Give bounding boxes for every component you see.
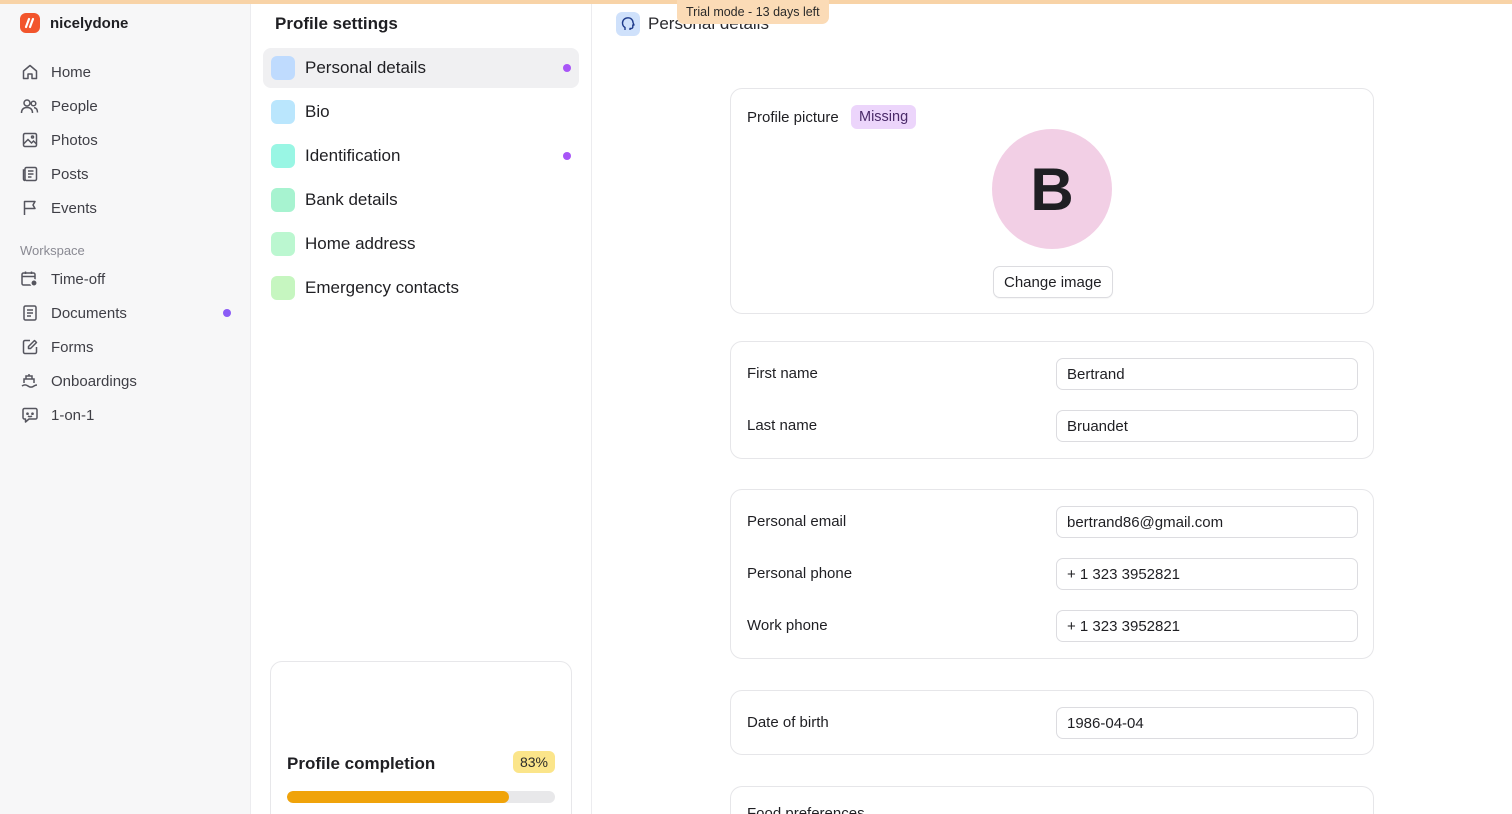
section-color-swatch <box>271 56 295 80</box>
nav-item-label: Posts <box>51 165 89 183</box>
personal-email-row: Personal email <box>731 506 1373 538</box>
menu-item-bank-details[interactable]: Bank details <box>263 180 579 220</box>
nav-item-documents[interactable]: Documents <box>0 296 251 330</box>
profile-picture-card: Profile picture Missing B Change image <box>730 88 1374 314</box>
first-name-row: First name <box>731 358 1373 390</box>
personal-phone-label: Personal phone <box>747 565 853 582</box>
calendar-clock-icon <box>20 270 39 289</box>
onboarding-icon <box>20 372 39 391</box>
completion-progress-fill <box>287 791 510 803</box>
trial-badge: Trial mode - 13 days left <box>677 0 829 24</box>
date-of-birth-label: Date of birth <box>747 714 829 731</box>
profile-settings-panel: Profile settings Personal details Bio Id… <box>251 0 592 814</box>
document-icon <box>20 304 39 323</box>
home-icon <box>20 63 39 82</box>
workspace-nav: Time-off Documents Forms Onboardings 1-o… <box>0 262 251 432</box>
flag-icon <box>20 199 39 218</box>
profile-completion-card: Profile completion 83% <box>270 661 572 814</box>
menu-item-bio[interactable]: Bio <box>263 92 579 132</box>
nav-item-label: Home <box>51 63 92 81</box>
notification-dot <box>563 152 571 160</box>
brand-name: nicelydone <box>50 14 129 32</box>
first-name-label: First name <box>747 365 818 382</box>
section-color-swatch <box>271 100 295 124</box>
nav-item-label: Onboardings <box>51 372 137 390</box>
nav-item-photos[interactable]: Photos <box>0 123 251 157</box>
menu-item-personal-details[interactable]: Personal details <box>263 48 579 88</box>
menu-item-identification[interactable]: Identification <box>263 136 579 176</box>
notification-dot <box>563 64 571 72</box>
menu-item-emergency-contacts[interactable]: Emergency contacts <box>263 268 579 308</box>
personal-phone-row: Personal phone <box>731 558 1373 590</box>
food-preferences-label: Food preferences <box>747 805 865 814</box>
nav-item-posts[interactable]: Posts <box>0 157 251 191</box>
nav-item-home[interactable]: Home <box>0 55 251 89</box>
personal-phone-input[interactable] <box>1056 558 1358 590</box>
section-color-swatch <box>271 188 295 212</box>
work-phone-row: Work phone <box>731 610 1373 642</box>
last-name-input[interactable] <box>1056 410 1358 442</box>
menu-item-label: Bank details <box>305 190 398 209</box>
menu-item-label: Identification <box>305 146 401 165</box>
menu-item-label: Personal details <box>305 58 426 77</box>
chat-icon <box>20 406 39 425</box>
head-profile-icon <box>616 12 640 36</box>
notification-dot <box>223 309 231 317</box>
work-phone-label: Work phone <box>747 617 828 634</box>
nav-item-label: People <box>51 97 98 115</box>
completion-percent-badge: 83% <box>512 751 555 773</box>
change-image-button[interactable]: Change image <box>993 266 1113 298</box>
avatar: B <box>992 129 1112 249</box>
personal-email-label: Personal email <box>747 513 847 530</box>
menu-item-home-address[interactable]: Home address <box>263 224 579 264</box>
food-preferences-card: Food preferences <box>730 786 1374 814</box>
nav-item-time-off[interactable]: Time-off <box>0 262 251 296</box>
main-content: Personal details Profile picture Missing… <box>592 0 1512 814</box>
name-card: First name Last name <box>730 341 1374 459</box>
section-color-swatch <box>271 276 295 300</box>
settings-menu: Personal details Bio Identification Bank… <box>263 48 579 312</box>
contact-card: Personal email Personal phone Work phone <box>730 489 1374 659</box>
nav-item-label: Photos <box>51 131 98 149</box>
workspace-section-label: Workspace <box>20 243 85 258</box>
menu-item-label: Home address <box>305 234 416 253</box>
nav-item-onboardings[interactable]: Onboardings <box>0 364 251 398</box>
personal-email-input[interactable] <box>1056 506 1358 538</box>
date-of-birth-input[interactable] <box>1056 707 1358 739</box>
nav-item-label: Documents <box>51 304 127 322</box>
brand-logo-icon <box>20 13 40 33</box>
last-name-label: Last name <box>747 417 818 434</box>
brand[interactable]: nicelydone <box>20 13 128 33</box>
first-name-input[interactable] <box>1056 358 1358 390</box>
nav-item-label: 1-on-1 <box>51 406 95 424</box>
menu-item-label: Emergency contacts <box>305 278 460 297</box>
last-name-row: Last name <box>731 410 1373 442</box>
profile-picture-label: Profile picture <box>747 109 839 126</box>
menu-item-label: Bio <box>305 102 330 121</box>
work-phone-input[interactable] <box>1056 610 1358 642</box>
nav-item-label: Time-off <box>51 270 106 288</box>
section-color-swatch <box>271 232 295 256</box>
sidebar: nicelydone Home People Photos Posts Even… <box>0 0 251 814</box>
panel-title: Profile settings <box>275 14 398 33</box>
nav-item-label: Events <box>51 199 97 217</box>
photos-icon <box>20 131 39 150</box>
missing-badge: Missing <box>851 105 917 129</box>
nav-item-forms[interactable]: Forms <box>0 330 251 364</box>
nav-item-events[interactable]: Events <box>0 191 251 225</box>
posts-icon <box>20 165 39 184</box>
form-icon <box>20 338 39 357</box>
completion-title: Profile completion <box>287 754 436 773</box>
date-of-birth-card: Date of birth <box>730 690 1374 755</box>
nav-item-label: Forms <box>51 338 94 356</box>
nav-item-1-on-1[interactable]: 1-on-1 <box>0 398 251 432</box>
section-color-swatch <box>271 144 295 168</box>
date-of-birth-row: Date of birth <box>731 707 1373 739</box>
people-icon <box>20 97 39 116</box>
main-nav: Home People Photos Posts Events <box>0 55 251 225</box>
nav-item-people[interactable]: People <box>0 89 251 123</box>
completion-progress-bar <box>287 791 555 803</box>
